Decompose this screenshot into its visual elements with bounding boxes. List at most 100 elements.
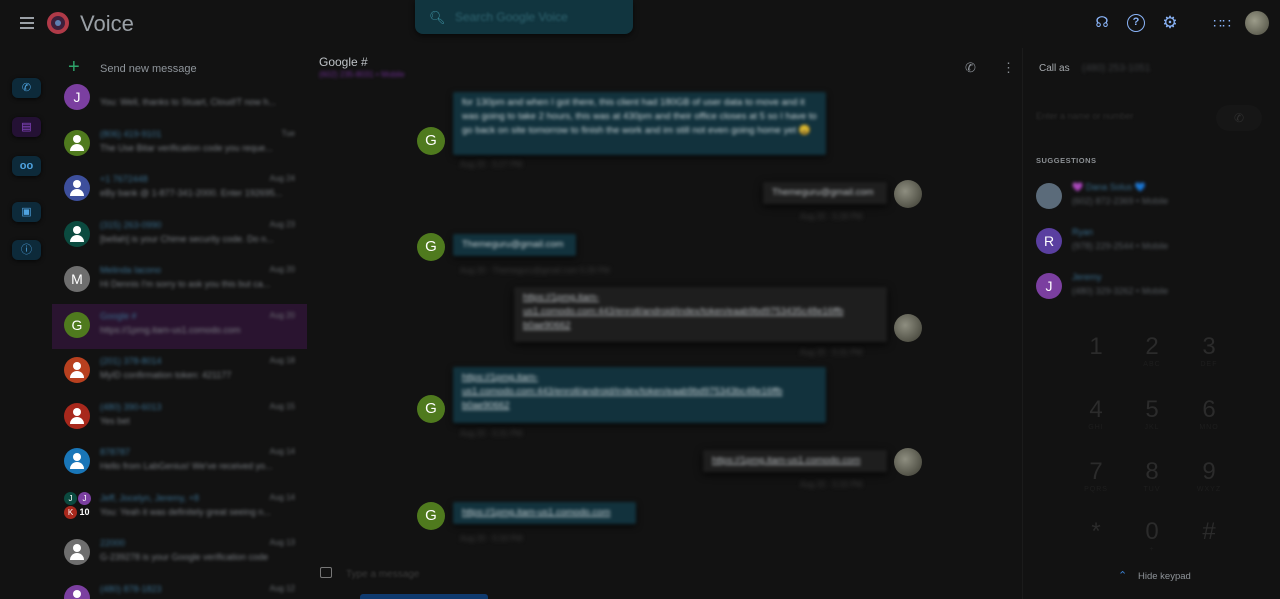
conversation-date: Aug 18 xyxy=(269,356,295,365)
message-composer xyxy=(318,566,1018,586)
suggestion-name: Ryan xyxy=(1072,227,1094,237)
keypad-key[interactable]: # xyxy=(1189,518,1229,555)
spam-nav-icon[interactable]: ⓘ xyxy=(12,240,41,260)
messages-nav-icon[interactable]: ▤ xyxy=(12,117,41,137)
send-new-message-label: Send new message xyxy=(100,63,197,75)
voice-logo xyxy=(47,12,69,34)
composer-focus-bar xyxy=(360,594,488,599)
main-menu-icon[interactable] xyxy=(17,14,37,34)
keypad-key[interactable]: 8 TUV xyxy=(1132,458,1172,495)
keypad-digit: 6 xyxy=(1202,396,1216,423)
group-avatar-member: J xyxy=(78,491,91,505)
keypad-digit: 3 xyxy=(1202,333,1216,360)
incoming-message: https://1pmg.itam-us1.comodo.com xyxy=(453,502,636,524)
help-icon[interactable]: ? xyxy=(1127,14,1145,32)
conversation-item[interactable]: G Google # Aug 20 https://1pmg.itam-us1.com… xyxy=(52,303,307,349)
message-meta: Aug 20 · 5:33 PM xyxy=(460,534,523,543)
apps-icon[interactable]: ∷∷ xyxy=(1213,14,1231,32)
keypad-key[interactable]: 7 PQRS xyxy=(1076,458,1116,495)
conversation-snippet: You: Well, thanks to Stuart, Cloud!T now… xyxy=(100,97,276,107)
suggestion-item[interactable]: 💜 Dana Solus 💙 (602) 872-2369 • Mobile xyxy=(1036,181,1266,211)
search-bar[interactable]: 🔍︎ xyxy=(415,0,633,34)
conversation-item[interactable]: (480) 390-6013 Aug 15 Yes bet xyxy=(52,395,307,440)
hide-keypad-button[interactable]: ⌃ Hide keypad xyxy=(1118,570,1218,584)
keypad-digit: 9 xyxy=(1202,458,1216,485)
conversation-snippet: Yes bet xyxy=(100,415,130,426)
dial-call-button[interactable]: ✆ xyxy=(1216,105,1262,131)
conversation-item[interactable]: (480) 878-1823 Aug 12 xyxy=(52,577,307,599)
conversation-item[interactable]: (806) 419-9101 Tue The Use Bitar verificat… xyxy=(52,122,307,167)
keypad-letters: DEF xyxy=(1200,361,1218,368)
conversation-date: Tue xyxy=(281,128,296,138)
message-meta: Aug 20 · 5:31 PM xyxy=(800,348,863,357)
settings-icon[interactable]: ⚙ xyxy=(1161,14,1179,32)
conversation-item[interactable]: (201) 378-8014 Aug 18 MyID confirmation to… xyxy=(52,349,307,394)
calls-nav-icon[interactable]: ✆ xyxy=(12,78,41,98)
contact-avatar: R xyxy=(1036,228,1062,254)
contact-avatar xyxy=(64,539,90,565)
keypad-key[interactable]: 6 MNO xyxy=(1189,396,1229,433)
keypad-key[interactable]: 9 WXYZ xyxy=(1189,458,1229,495)
panel-divider xyxy=(1022,48,1023,599)
keypad-letters: MNO xyxy=(1199,424,1219,431)
conversation-item[interactable]: J J K 10 Jeff, Jocelyn, Jeremy, +8 Aug 14 You:… xyxy=(52,486,307,531)
keypad-key[interactable]: * xyxy=(1076,518,1116,555)
contact-avatar: J xyxy=(1036,273,1062,299)
message-meta: Aug 20 · Themeguru@gmail.com 5:29 PM xyxy=(460,266,610,275)
conversation-snippet: MyID confirmation token: 421177 xyxy=(100,370,232,380)
keypad-letters xyxy=(1076,546,1116,555)
conversation-item[interactable]: M Melinda Iacono Aug 20 Hi Dennis I'm sorry… xyxy=(52,258,307,303)
keypad-key[interactable]: 1 xyxy=(1076,333,1116,370)
thread-call-icon[interactable]: ✆ xyxy=(965,60,976,76)
message-link[interactable]: https://1pmg.itam-us1.comodo.com xyxy=(712,455,860,466)
suggestion-item[interactable]: J Jeremy (480) 329-3262 • Mobile xyxy=(1036,271,1266,301)
keypad-letters: GHI xyxy=(1088,424,1104,431)
search-icon: 🔍︎ xyxy=(429,10,446,25)
keypad-digit: 8 xyxy=(1145,458,1159,485)
thread-title: Google # xyxy=(319,55,368,69)
keypad-key[interactable]: 4 GHI xyxy=(1076,396,1116,433)
contact-avatar xyxy=(64,220,90,247)
suggestion-item[interactable]: R Ryan (978) 229-2544 • Mobile xyxy=(1036,226,1266,256)
conversation-item[interactable]: 878787 Aug 14 Hello from LabGenius! We've … xyxy=(52,440,307,485)
outgoing-message: https://1pmg.itam-us1.comodo.com:443/enr… xyxy=(514,287,887,342)
message-link[interactable]: https://1pmg.itam-us1.comodo.com:443/enr… xyxy=(462,372,782,411)
message-meta: Aug 20 · 5:28 PM xyxy=(800,212,863,221)
suggestion-phone: (978) 229-2544 • Mobile xyxy=(1072,241,1169,251)
keypad-key[interactable]: 0 + xyxy=(1132,518,1172,555)
call-as-number[interactable]: (480) 253-1051 xyxy=(1082,63,1150,74)
voicemail-nav-icon[interactable]: oo xyxy=(12,156,41,176)
contact-avatar: G xyxy=(64,311,90,338)
incoming-message: https://1pmg.itam-us1.comodo.com:443/enr… xyxy=(453,367,826,423)
conversation-item[interactable]: 22000 Aug 13 G-239278 is your Google verif… xyxy=(52,531,307,576)
incoming-message: Themeguru@gmail.com xyxy=(453,234,576,256)
conversation-date: Aug 23 xyxy=(269,219,295,229)
keypad-key[interactable]: 5 JKL xyxy=(1132,396,1172,433)
message-link[interactable]: https://1pmg.itam-us1.comodo.com:443/enr… xyxy=(523,292,843,331)
contact-avatar xyxy=(64,584,90,599)
keypad-letters: PQRS xyxy=(1084,486,1108,493)
conversation-snippet: eBy bank @ 1-877-341-2000. Enter 192695.… xyxy=(100,188,283,198)
conversation-item[interactable]: J You: Well, thanks to Stuart, Cloud!T no… xyxy=(52,76,307,121)
keypad-key[interactable]: 3 DEF xyxy=(1189,333,1229,370)
dial-input[interactable] xyxy=(1036,108,1216,124)
conversation-item[interactable]: +1 7672448 Aug 24 eBy bank @ 1-877-341-200… xyxy=(52,167,307,212)
conversation-item[interactable]: (315) 263-0990 Aug 23 [bellah] is your Chi… xyxy=(52,213,307,258)
more-options-icon[interactable]: ⋮ xyxy=(1002,60,1015,76)
call-as-label: Call as xyxy=(1039,63,1070,74)
conversation-date: Aug 14 xyxy=(269,492,295,502)
conversation-date: Aug 14 xyxy=(269,447,295,456)
keypad-digit: 7 xyxy=(1089,458,1103,485)
user-avatar xyxy=(894,448,922,476)
conversation-date: Aug 13 xyxy=(269,538,295,547)
search-input[interactable] xyxy=(455,8,625,26)
keypad-digit: * xyxy=(1091,518,1101,545)
archive-nav-icon[interactable]: ▣ xyxy=(12,202,41,222)
conversation-date: Aug 15 xyxy=(269,401,295,411)
message-link[interactable]: https://1pmg.itam-us1.comodo.com xyxy=(462,507,610,518)
keypad-key[interactable]: 2 ABC xyxy=(1132,333,1172,370)
support-icon[interactable]: ☊ xyxy=(1093,14,1111,32)
attach-image-icon[interactable] xyxy=(320,567,332,578)
account-avatar[interactable] xyxy=(1245,11,1269,35)
message-input[interactable] xyxy=(346,566,946,582)
